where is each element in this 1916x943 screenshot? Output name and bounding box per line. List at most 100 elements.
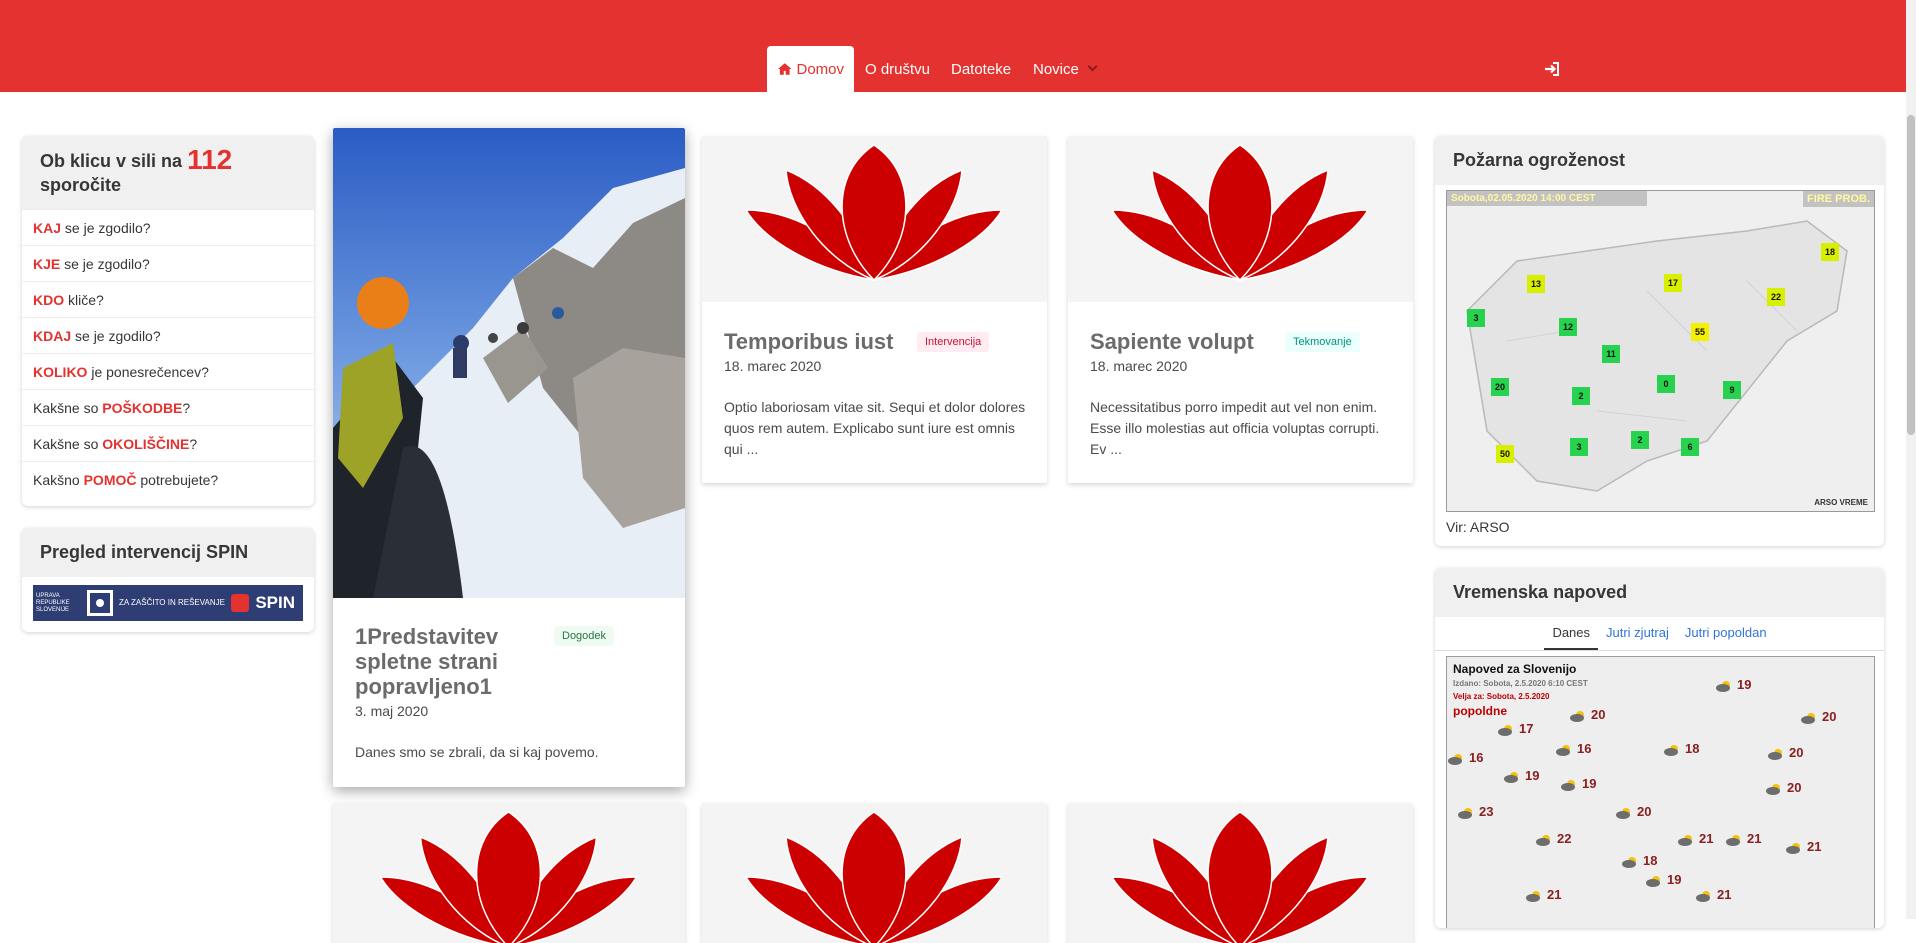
login-button[interactable] <box>1544 46 1560 92</box>
weather-valid: Velja za: Sobota, 2.5.2020 <box>1453 692 1550 701</box>
weather-period: popoldne <box>1453 704 1507 718</box>
weather-panel: Vremenska napoved Danes Jutri zjutraj Ju… <box>1435 568 1884 928</box>
weather-temperature: 21 <box>1717 887 1732 902</box>
post-date: 18. marec 2020 <box>1090 358 1188 374</box>
weather-temperature: 20 <box>1591 707 1606 722</box>
weather-temperature: 19 <box>1582 776 1597 791</box>
weather-cloud-sun-icon <box>1458 808 1472 819</box>
weather-cloud-sun-icon <box>1616 808 1630 819</box>
fire-value-marker: 11 <box>1602 345 1620 363</box>
list-item: Kakšno POMOČ potrebujete? <box>22 461 314 497</box>
fire-value-marker: 12 <box>1559 318 1577 336</box>
weather-cloud-sun-icon <box>1716 681 1730 692</box>
post-excerpt: Optio laboriosam vitae sit. Sequi et dol… <box>724 399 1026 457</box>
weather-temperature: 16 <box>1469 750 1484 765</box>
tab-jutri-popoldan[interactable]: Jutri popoldan <box>1677 617 1775 650</box>
fire-value-marker: 9 <box>1723 381 1741 399</box>
weather-cloud-sun-icon <box>1570 711 1584 722</box>
weather-cloud-sun-icon <box>1526 891 1540 902</box>
scrollbar-thumb[interactable] <box>1907 115 1915 435</box>
fire-map-label: FIRE PROB. <box>1803 191 1874 207</box>
lotus-logo-icon <box>1110 811 1370 943</box>
post-card[interactable] <box>333 803 685 943</box>
nav-item-novice[interactable]: Novice <box>1033 46 1098 92</box>
lotus-logo-icon <box>744 811 1004 943</box>
weather-cloud-sun-icon <box>1801 713 1815 724</box>
spin-title: Pregled intervencij SPIN <box>22 528 314 577</box>
fire-danger-map[interactable]: Sobota,02.05.2020 14:00 CEST FIRE PROB. … <box>1446 190 1875 512</box>
weather-temperature: 23 <box>1479 804 1494 819</box>
post-card[interactable]: Temporibus iust Intervencija 18. marec 2… <box>702 136 1047 483</box>
weather-cloud-sun-icon <box>1561 780 1575 791</box>
weather-cloud-sun-icon <box>1622 857 1636 868</box>
weather-cloud-sun-icon <box>1536 835 1550 846</box>
weather-cloud-sun-icon <box>1678 835 1692 846</box>
nav-item-o-drustvu[interactable]: O društvu <box>865 46 930 92</box>
weather-cloud-sun-icon <box>1768 749 1782 760</box>
spin-panel: Pregled intervencij SPIN UPRAVA REPUBLIK… <box>22 528 314 632</box>
weather-temperature: 21 <box>1699 831 1714 846</box>
weather-cloud-sun-icon <box>1664 745 1678 756</box>
list-item: KOLIKO je ponesrečencev? <box>22 353 314 389</box>
emergency-title: Ob klicu v sili na 112 sporočite <box>22 136 314 209</box>
tag-dogodek[interactable]: Dogodek <box>554 626 615 646</box>
page-scrollbar[interactable] <box>1906 0 1916 919</box>
post-image-placeholder <box>1068 136 1413 302</box>
weather-temperature: 19 <box>1667 872 1682 887</box>
tag-intervencija[interactable]: Intervencija <box>917 332 990 352</box>
nav-item-domov[interactable]: Domov <box>767 46 854 92</box>
nav-item-label: O društvu <box>865 60 931 78</box>
fire-danger-title: Požarna ogroženost <box>1435 136 1884 185</box>
tag-tekmovanje[interactable]: Tekmovanje <box>1285 332 1360 352</box>
weather-map-title: Napoved za Slovenijo <box>1453 662 1577 676</box>
nav-item-label: Datoteke <box>951 60 1012 78</box>
weather-cloud-sun-icon <box>1646 876 1660 887</box>
nav-item-datoteke[interactable]: Datoteke <box>951 46 1011 92</box>
civil-protection-logo-icon <box>87 590 113 616</box>
weather-temperature: 19 <box>1737 677 1752 692</box>
post-title[interactable]: 1Predstavitev spletne strani popravljeno… <box>355 624 545 699</box>
list-item: Kakšne so OKOLIŠČINE? <box>22 425 314 461</box>
lotus-logo-icon <box>1110 144 1370 282</box>
weather-cloud-sun-icon <box>1504 772 1518 783</box>
tab-danes[interactable]: Danes <box>1544 617 1599 650</box>
fire-value-marker: 3 <box>1467 309 1485 327</box>
fire-value-marker: 3 <box>1570 438 1588 456</box>
post-title[interactable]: Sapiente volupt <box>1090 329 1254 354</box>
weather-cloud-sun-icon <box>1786 843 1800 854</box>
weather-map[interactable]: Napoved za Slovenijo Izdano: Sobota, 2.5… <box>1446 656 1875 928</box>
slovenia-map-outline <box>1466 220 1848 492</box>
weather-temperature: 21 <box>1547 887 1562 902</box>
post-excerpt: Danes smo se zbrali, da si kaj povemo. <box>355 744 599 760</box>
weather-cloud-sun-icon <box>1498 725 1512 736</box>
fire-value-marker: 0 <box>1657 375 1675 393</box>
lotus-logo-icon <box>744 144 1004 282</box>
weather-cloud-sun-icon <box>1766 784 1780 795</box>
fire-value-marker: 20 <box>1491 378 1509 396</box>
post-card[interactable]: Sapiente volupt Tekmovanje 18. marec 202… <box>1068 136 1413 483</box>
spin-logo-icon <box>231 594 250 612</box>
weather-temperature: 19 <box>1525 768 1540 783</box>
post-card[interactable]: 1Predstavitev spletne strani popravljeno… <box>333 128 685 787</box>
post-card[interactable] <box>702 803 1047 943</box>
weather-temperature: 21 <box>1807 839 1822 854</box>
fire-source: Vir: ARSO <box>1446 519 1510 535</box>
post-image-placeholder <box>702 803 1047 943</box>
weather-title: Vremenska napoved <box>1435 568 1884 617</box>
post-card[interactable] <box>1068 803 1413 943</box>
fire-value-marker: 2 <box>1631 431 1649 449</box>
spin-banner-link[interactable]: UPRAVA REPUBLIKE SLOVENIJE ZA ZAŠČITO IN… <box>22 577 314 629</box>
home-icon <box>777 63 792 75</box>
post-excerpt: Necessitatibus porro impedit aut vel non… <box>1090 399 1380 457</box>
weather-temperature: 20 <box>1822 709 1837 724</box>
post-image-placeholder <box>333 803 685 943</box>
list-item: KAJ se je zgodilo? <box>22 209 314 245</box>
list-item: Kakšne so POŠKODBE? <box>22 389 314 425</box>
weather-temperature: 20 <box>1789 745 1804 760</box>
post-image-placeholder <box>1068 803 1413 943</box>
tab-jutri-zjutraj[interactable]: Jutri zjutraj <box>1598 617 1677 650</box>
fire-value-marker: 50 <box>1496 445 1514 463</box>
fire-map-date: Sobota,02.05.2020 14:00 CEST <box>1447 191 1647 206</box>
post-title[interactable]: Temporibus iust <box>724 329 894 354</box>
emergency-checklist: KAJ se je zgodilo? KJE se je zgodilo? KD… <box>22 209 314 497</box>
